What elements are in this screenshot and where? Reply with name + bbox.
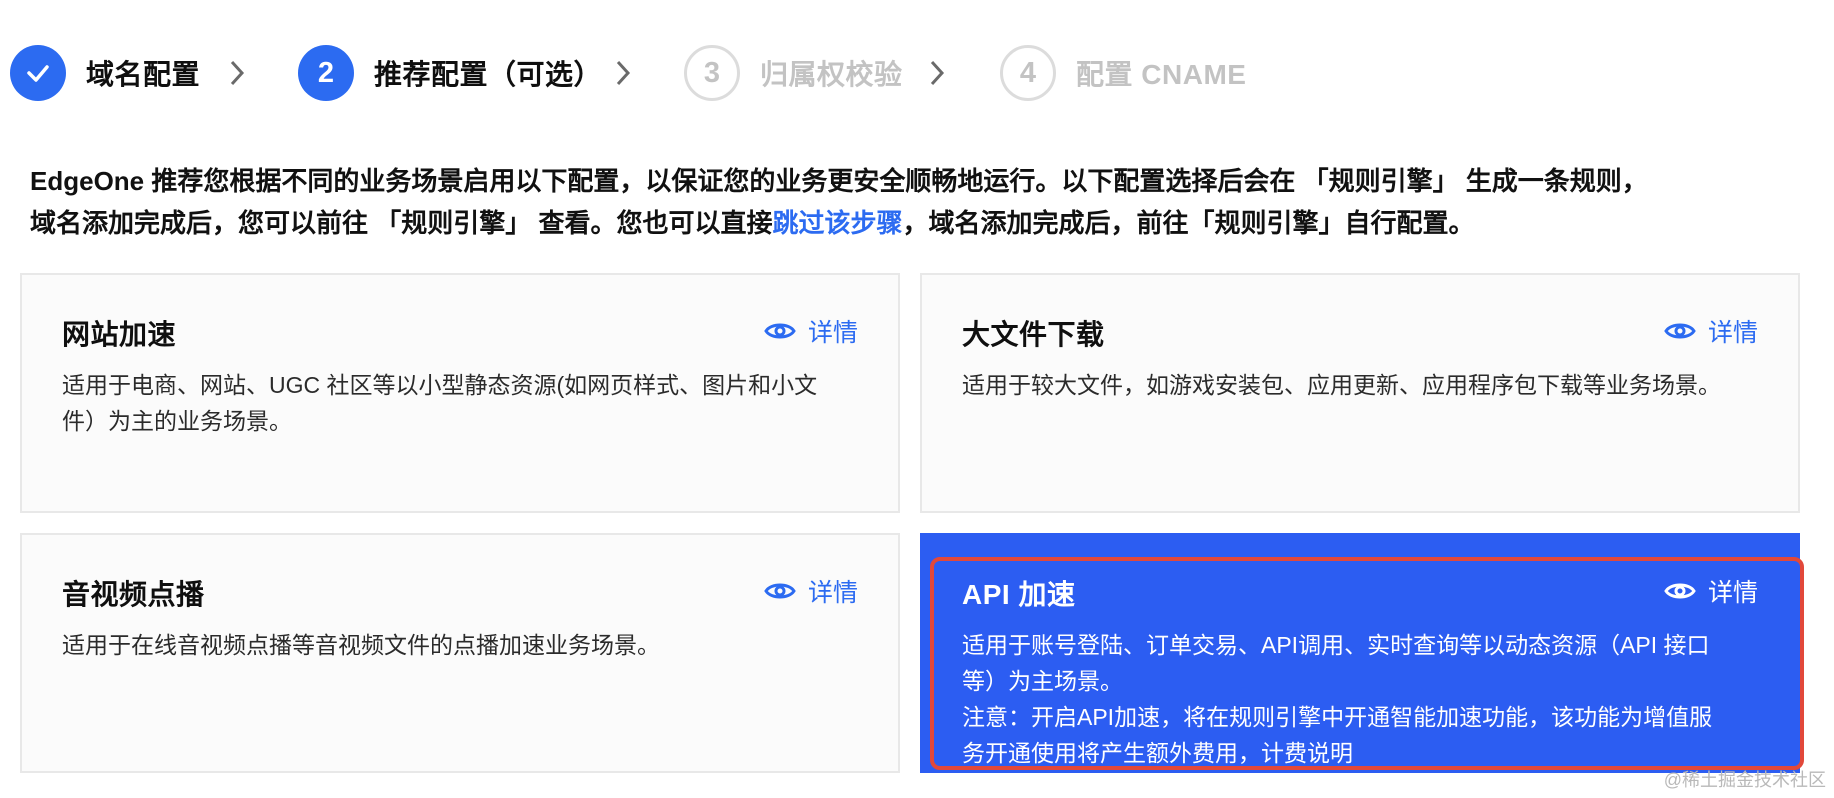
- step-label: 配置 CNAME: [1076, 59, 1247, 90]
- step-number: 3: [684, 45, 740, 101]
- step-recommended-config[interactable]: 2 推荐配置（可选）: [298, 45, 602, 101]
- intro-line-2: 域名添加完成后，您可以前往 「规则引擎」 查看。您也可以直接跳过该步骤，域名添加…: [30, 208, 1475, 238]
- watermark: @稀土掘金技术社区: [1663, 770, 1826, 790]
- card-title: API 加速: [962, 579, 1076, 610]
- step-indicator: 域名配置 2 推荐配置（可选） 3 归属权校验 4 配置 CNAME: [10, 45, 1830, 101]
- card-title: 大文件下载: [962, 319, 1105, 350]
- card-description: 适用于电商、网站、UGC 社区等以小型静态资源(如网页样式、图片和小文 件）为主…: [62, 372, 818, 434]
- eye-icon: [764, 323, 796, 339]
- step-cname-config[interactable]: 4 配置 CNAME: [1000, 45, 1246, 101]
- intro-text: EdgeOne 推荐您根据不同的业务场景启用以下配置，以保证您的业务更安全顺畅地…: [30, 160, 1820, 244]
- eye-icon: [1664, 323, 1696, 339]
- step-ownership-verify[interactable]: 3 归属权校验: [684, 45, 903, 101]
- step-label: 归属权校验: [760, 59, 903, 90]
- card-description: 适用于较大文件，如游戏安装包、应用更新、应用程序包下载等业务场景。: [962, 372, 1721, 398]
- chevron-right-icon: [616, 60, 631, 86]
- skip-step-link[interactable]: 跳过该步骤: [772, 208, 902, 238]
- detail-link[interactable]: 详情: [764, 573, 858, 609]
- card-title: 音视频点播: [62, 579, 205, 610]
- intro-line-1: EdgeOne 推荐您根据不同的业务场景启用以下配置，以保证您的业务更安全顺畅地…: [30, 166, 1648, 196]
- card-description: 适用于在线音视频点播等音视频文件的点播加速业务场景。: [62, 632, 660, 658]
- eye-icon: [1664, 583, 1696, 599]
- card-website-acceleration[interactable]: 网站加速 详情 适用于电商、网站、UGC 社区等以小型静态资源(如网页样式、图片…: [20, 273, 900, 513]
- step-label: 域名配置: [86, 59, 201, 90]
- detail-link[interactable]: 详情: [764, 313, 858, 349]
- check-icon: [10, 45, 66, 101]
- card-video-on-demand[interactable]: 音视频点播 详情 适用于在线音视频点播等音视频文件的点播加速业务场景。: [20, 533, 900, 773]
- detail-link[interactable]: 详情: [1664, 313, 1758, 349]
- card-description: 适用于账号登陆、订单交易、API调用、实时查询等以动态资源（API 接口 等）为…: [962, 632, 1713, 766]
- step-number: 2: [298, 45, 354, 101]
- chevron-right-icon: [230, 60, 245, 86]
- card-title: 网站加速: [62, 319, 177, 350]
- eye-icon: [764, 583, 796, 599]
- chevron-right-icon: [930, 60, 945, 86]
- card-api-acceleration[interactable]: API 加速 详情 适用于账号登陆、订单交易、API调用、实时查询等以动态资源（…: [920, 533, 1800, 773]
- step-label: 推荐配置（可选）: [374, 59, 603, 90]
- step-domain-config[interactable]: 域名配置: [10, 45, 200, 101]
- card-large-file-download[interactable]: 大文件下载 详情 适用于较大文件，如游戏安装包、应用更新、应用程序包下载等业务场…: [920, 273, 1800, 513]
- detail-link[interactable]: 详情: [1664, 573, 1758, 609]
- step-number: 4: [1000, 45, 1056, 101]
